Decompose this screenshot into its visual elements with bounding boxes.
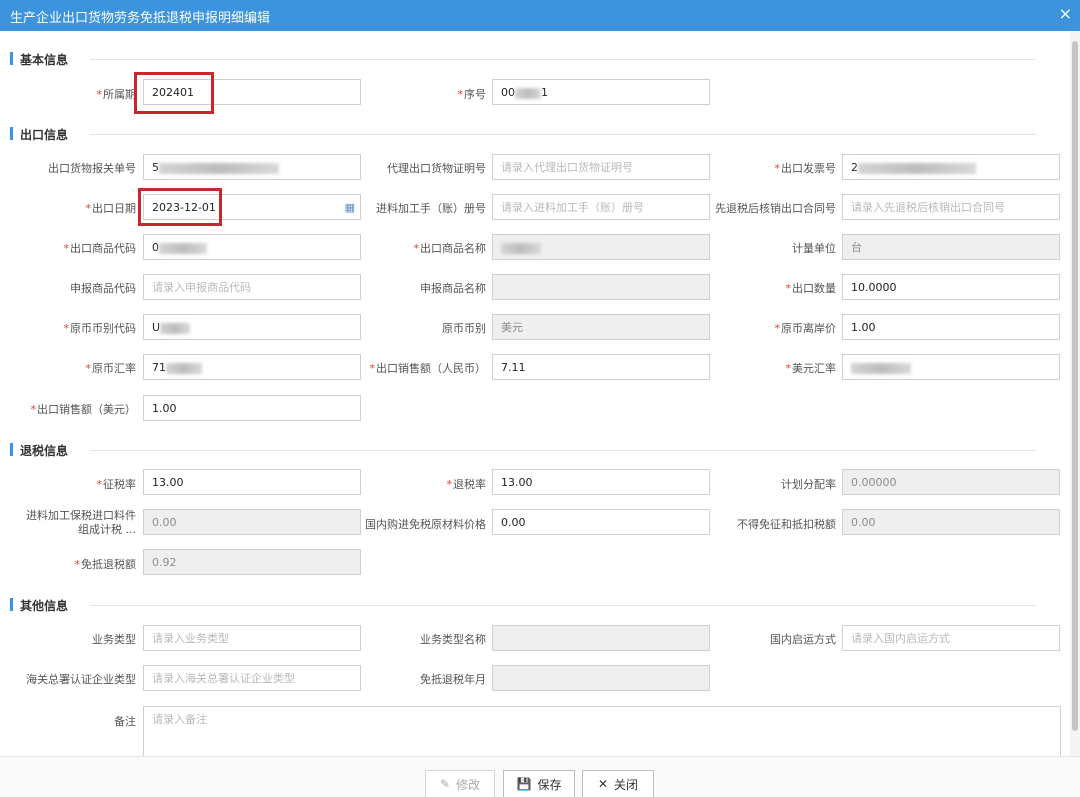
vertical-scrollbar[interactable] [1070, 31, 1080, 756]
decl-name-input [492, 274, 710, 300]
seq-label: *序号 [457, 88, 487, 101]
goods-name-label: *出口商品名称 [413, 242, 487, 255]
levy-rate-input[interactable]: 13.00 [143, 469, 361, 495]
customs-no-input[interactable]: 5 [143, 154, 361, 180]
calendar-icon[interactable]: ▦ [345, 201, 355, 214]
dialog-title: 生产企业出口货物劳务免抵退税申报明细编辑 [10, 11, 271, 26]
remark-label: 备注 [114, 715, 136, 728]
dialog-footer: ✎ 修改 💾 保存 ✕ 关闭 [0, 756, 1080, 797]
export-date-label: *出口日期 [85, 202, 137, 215]
sales-usd-input[interactable]: 1.00 [143, 395, 361, 421]
biz-type-name-label: 业务类型名称 [420, 633, 486, 646]
period-input[interactable]: 202401 [143, 79, 361, 105]
refund-rate-input[interactable]: 13.00 [492, 469, 710, 495]
unit-price-input[interactable]: 1.00 [842, 314, 1060, 340]
processing-book-label: 进料加工手（账）册号 [376, 202, 486, 215]
customs-no-label: 出口货物报关单号 [48, 162, 136, 175]
customs-cert-input[interactable]: 请录入海关总署认证企业类型 [143, 665, 361, 691]
biz-type-input[interactable]: 请录入业务类型 [143, 625, 361, 651]
remark-textarea[interactable]: 请录入备注 [143, 706, 1061, 758]
currency-code-input[interactable]: U [143, 314, 361, 340]
section-basic: 基本信息 [10, 51, 1058, 67]
section-other: 其他信息 [10, 597, 1058, 613]
export-date-input[interactable]: 2023-12-01 ▦ [143, 194, 361, 220]
domestic-price-label: 国内购进免税原材料价格 [365, 518, 486, 531]
dialog-titlebar: 生产企业出口货物劳务免抵退税申报明细编辑 × [0, 0, 1080, 31]
seq-input[interactable]: 00 1 [492, 79, 710, 105]
usd-rate-input[interactable] [842, 354, 1060, 380]
currency-label: 原币币别 [442, 322, 486, 335]
sales-rmb-input[interactable]: 7.11 [492, 354, 710, 380]
qty-input[interactable]: 10.0000 [842, 274, 1060, 300]
scrollbar-thumb[interactable] [1072, 41, 1078, 731]
section-refund: 退税信息 [10, 442, 1058, 458]
x-icon: ✕ [597, 777, 609, 791]
nondeduct-label: 不得免征和抵扣税额 [737, 518, 836, 531]
decl-name-label: 申报商品名称 [420, 282, 486, 295]
agent-cert-label: 代理出口货物证明号 [387, 162, 486, 175]
decl-code-label: 申报商品代码 [70, 282, 136, 295]
modify-button[interactable]: ✎ 修改 [425, 770, 495, 797]
exempt-amount-label: *免抵退税额 [74, 558, 137, 571]
decl-code-input[interactable]: 请录入申报商品代码 [143, 274, 361, 300]
plan-ratio-input: 0.00000 [842, 469, 1060, 495]
unit-price-label: *原币离岸价 [774, 322, 837, 335]
processing-book-input[interactable]: 请录入进料加工手（账）册号 [492, 194, 710, 220]
levy-rate-label: *征税率 [96, 478, 137, 491]
rate-label: *原币汇率 [85, 362, 137, 375]
close-button[interactable]: ✕ 关闭 [582, 770, 654, 797]
customs-cert-label: 海关总署认证企业类型 [26, 673, 136, 686]
sales-rmb-label: *出口销售额（人民币） [369, 362, 487, 375]
save-button[interactable]: 💾 保存 [503, 770, 575, 797]
invoice-no-label: *出口发票号 [774, 162, 837, 175]
nondeduct-input: 0.00 [842, 509, 1060, 535]
currency-input: 美元 [492, 314, 710, 340]
goods-code-label: *出口商品代码 [63, 242, 137, 255]
agent-cert-input[interactable]: 请录入代理出口货物证明号 [492, 154, 710, 180]
currency-code-label: *原币币别代码 [63, 322, 137, 335]
exempt-period-label: 免抵退税年月 [420, 673, 486, 686]
goods-code-input[interactable]: 0 [143, 234, 361, 260]
biz-type-label: 业务类型 [92, 633, 136, 646]
qty-label: *出口数量 [785, 282, 837, 295]
plan-ratio-label: 计划分配率 [781, 478, 836, 491]
goods-name-input [492, 234, 710, 260]
unit-label: 计量单位 [792, 242, 836, 255]
sales-usd-label: *出口销售额（美元） [30, 403, 137, 416]
transport-input[interactable]: 请录入国内启运方式 [842, 625, 1060, 651]
close-icon[interactable]: × [1059, 5, 1072, 23]
rate-input[interactable]: 71 [143, 354, 361, 380]
domestic-price-input[interactable]: 0.00 [492, 509, 710, 535]
bonded-tax-input: 0.00 [143, 509, 361, 535]
section-export: 出口信息 [10, 126, 1058, 142]
contract-no-label: 先退税后核销出口合同号 [715, 202, 836, 215]
refund-rate-label: *退税率 [446, 478, 487, 491]
invoice-no-input[interactable]: 2 [842, 154, 1060, 180]
unit-input: 台 [842, 234, 1060, 260]
biz-type-name-input [492, 625, 710, 651]
exempt-amount-input: 0.92 [143, 549, 361, 575]
usd-rate-label: *美元汇率 [785, 362, 837, 375]
transport-label: 国内启运方式 [770, 633, 836, 646]
exempt-period-input [492, 665, 710, 691]
bonded-tax-label: 进料加工保税进口料件组成计税 ... [26, 509, 136, 536]
period-label: *所属期 [96, 88, 137, 101]
contract-no-input[interactable]: 请录入先退税后核销出口合同号 [842, 194, 1060, 220]
edit-icon: ✎ [439, 777, 451, 791]
save-icon: 💾 [516, 777, 532, 791]
